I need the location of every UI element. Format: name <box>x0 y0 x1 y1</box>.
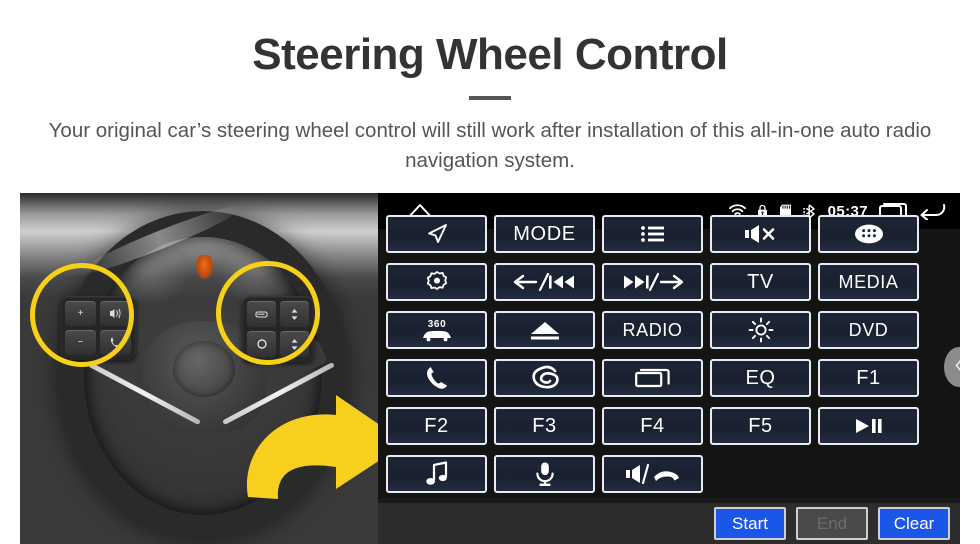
swc-button-camera[interactable] <box>386 263 487 301</box>
play-pause-icon <box>852 416 886 436</box>
prev-track-icon <box>512 272 578 292</box>
brightness-icon <box>747 316 775 344</box>
swc-button-brightness[interactable] <box>710 311 811 349</box>
page-title: Steering Wheel Control <box>252 30 728 79</box>
chevron-left-icon <box>955 359 960 375</box>
button-row: F2 F3 F4 F5 <box>386 407 952 445</box>
swc-button-f5[interactable]: F5 <box>710 407 811 445</box>
mute-icon <box>744 224 778 244</box>
start-button[interactable]: Start <box>714 507 786 540</box>
swc-button-mute[interactable] <box>710 215 811 253</box>
swc-button-speaker-hangup[interactable] <box>602 455 703 493</box>
svg-text:360: 360 <box>427 319 446 330</box>
eject-icon <box>528 319 562 341</box>
action-footer: Start End Clear <box>378 503 960 544</box>
phone-icon <box>424 365 450 391</box>
swc-button-voice[interactable] <box>494 359 595 397</box>
wheel-hub-center <box>173 341 235 397</box>
page-subtitle: Your original car’s steering wheel contr… <box>48 119 932 172</box>
list-icon <box>640 225 666 243</box>
swc-button-f3[interactable]: F3 <box>494 407 595 445</box>
swc-button-media[interactable]: MEDIA <box>818 263 919 301</box>
swc-button-f1[interactable]: F1 <box>818 359 919 397</box>
swc-button-microphone[interactable] <box>494 455 595 493</box>
clear-button[interactable]: Clear <box>878 507 950 540</box>
swc-button-play-pause[interactable] <box>818 407 919 445</box>
swc-button-grid-inner: MODE TV MEDIA 360 RADIO DVD EQ F1 F2 F3 … <box>386 215 952 503</box>
button-row: TV MEDIA <box>386 263 952 301</box>
swc-button-phone[interactable] <box>386 359 487 397</box>
head-unit-screen: 05:37 MODE TV MEDIA 360 RADIO DVD EQ F1 … <box>378 193 960 544</box>
end-button: End <box>796 507 868 540</box>
swc-button-eq[interactable]: EQ <box>710 359 811 397</box>
page-header: Steering Wheel Control Your original car… <box>0 0 980 193</box>
page-root: Steering Wheel Control Your original car… <box>0 0 980 544</box>
next-track-icon <box>620 272 686 292</box>
recents-icon <box>634 368 671 388</box>
swc-button-f4[interactable]: F4 <box>602 407 703 445</box>
voice-swirl-icon <box>530 365 560 391</box>
button-row: MODE <box>386 215 952 253</box>
navigation-icon <box>424 221 450 247</box>
highlight-circle-right <box>216 261 320 365</box>
button-row: 360 RADIO DVD <box>386 311 952 349</box>
swc-button-prev-track[interactable] <box>494 263 595 301</box>
swc-button-music[interactable] <box>386 455 487 493</box>
swc-button-eject[interactable] <box>494 311 595 349</box>
swc-button-tv[interactable]: TV <box>710 263 811 301</box>
swc-button-radio[interactable]: RADIO <box>602 311 703 349</box>
music-note-icon <box>425 461 449 487</box>
swc-button-apps[interactable] <box>818 215 919 253</box>
swc-button-dvd[interactable]: DVD <box>818 311 919 349</box>
camera-icon <box>424 270 450 294</box>
title-divider <box>469 96 511 100</box>
speaker-hangup-icon <box>624 463 682 485</box>
button-row <box>386 455 952 493</box>
swc-button-360-camera[interactable]: 360 <box>386 311 487 349</box>
swc-button-navigation[interactable] <box>386 215 487 253</box>
apps-icon <box>852 223 886 245</box>
swc-button-f2[interactable]: F2 <box>386 407 487 445</box>
swc-button-grid: MODE TV MEDIA 360 RADIO DVD EQ F1 F2 F3 … <box>378 215 960 498</box>
highlight-circle-left <box>30 263 134 367</box>
button-row: EQ F1 <box>386 359 952 397</box>
swc-button-mode[interactable]: MODE <box>494 215 595 253</box>
360-car-icon: 360 <box>419 316 455 344</box>
swc-button-list[interactable] <box>602 215 703 253</box>
swc-button-recents[interactable] <box>602 359 703 397</box>
steering-wheel-photo: + − <box>20 193 378 544</box>
microphone-icon <box>534 461 556 487</box>
swc-button-next-track[interactable] <box>602 263 703 301</box>
